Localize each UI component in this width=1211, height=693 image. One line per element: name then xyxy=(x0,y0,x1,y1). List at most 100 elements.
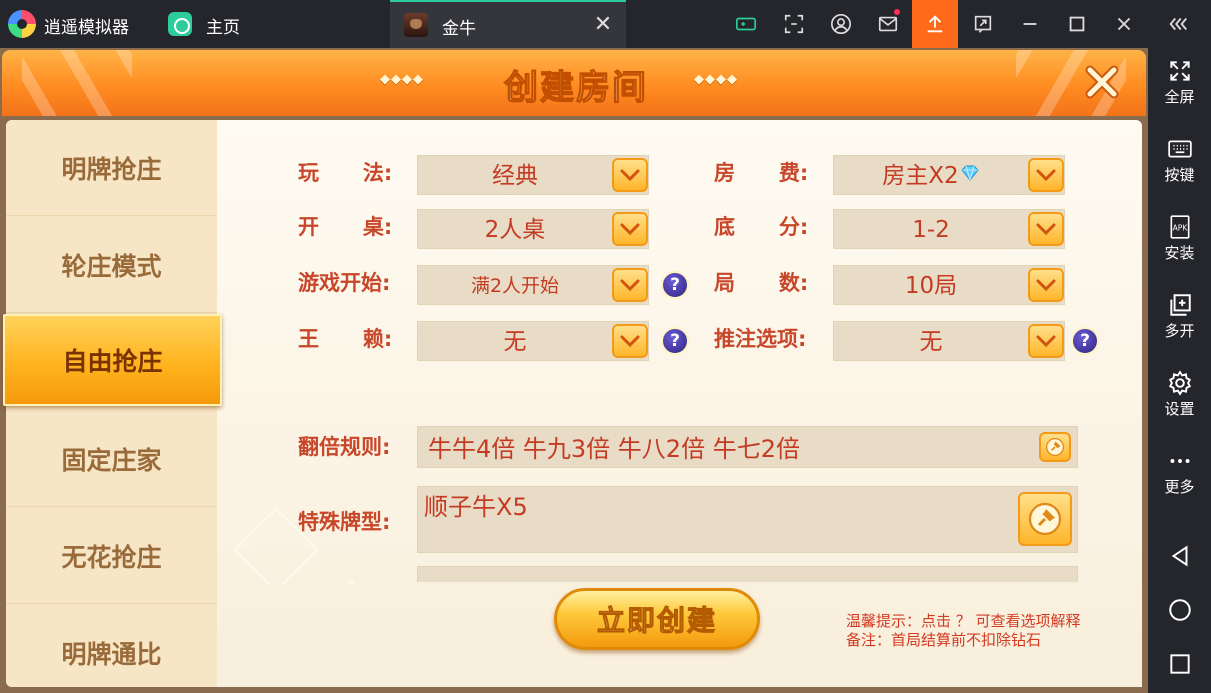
table-size-select[interactable]: 2人桌 xyxy=(417,209,649,249)
home-circle-icon xyxy=(1168,599,1191,621)
chevron-down-icon[interactable] xyxy=(612,158,648,192)
minimize-icon[interactable] xyxy=(1007,0,1053,48)
mail-icon[interactable] xyxy=(865,0,911,48)
title-bar: 逍遥模拟器 主页 金牛 ✕ xyxy=(0,0,1211,48)
recents-button[interactable] xyxy=(1148,644,1211,684)
app-name: 逍遥模拟器 xyxy=(44,18,129,38)
maximize-icon[interactable] xyxy=(1054,0,1100,48)
special-type-label: 特殊牌型: xyxy=(298,510,391,534)
more-dots-icon xyxy=(1169,459,1190,463)
crop-icon[interactable] xyxy=(960,0,1006,48)
back-triangle-icon xyxy=(1171,545,1187,567)
rounds-select[interactable]: 10局 xyxy=(833,265,1065,305)
multi-instance-button[interactable]: 多开 xyxy=(1148,284,1211,350)
chevron-down-icon[interactable] xyxy=(1028,268,1064,302)
start-condition-select[interactable]: 满2人开始 xyxy=(417,265,649,305)
title-ornament-left: ◆◆◆◆ xyxy=(380,72,424,87)
keys-label: 按键 xyxy=(1164,166,1195,184)
home-tab-label[interactable]: 主页 xyxy=(206,13,240,38)
chevron-down-icon[interactable] xyxy=(1028,212,1064,246)
wild-select[interactable]: 无 xyxy=(417,321,649,361)
help-icon[interactable]: ? xyxy=(661,271,689,299)
tab-close-icon[interactable]: ✕ xyxy=(590,12,616,38)
mode-tab-list: 明牌抢庄 轮庄模式 自由抢庄 固定庄家 无花抢庄 明牌通比 xyxy=(3,120,222,687)
fullscreen-icon xyxy=(1169,61,1190,81)
chevron-down-icon[interactable] xyxy=(612,268,648,302)
pin-icon[interactable] xyxy=(1018,492,1072,546)
title-ornament-right: ◆◆◆◆ xyxy=(694,72,738,87)
fullscreen-button[interactable]: 全屏 xyxy=(1148,50,1211,116)
base-score-select[interactable]: 1-2 xyxy=(833,209,1065,249)
chevron-down-icon[interactable] xyxy=(1028,158,1064,192)
wild-value: 无 xyxy=(503,329,527,355)
help-icon[interactable]: ? xyxy=(661,327,689,355)
double-rule-box[interactable]: 牛牛4倍 牛九3倍 牛八2倍 牛七2倍 xyxy=(417,426,1078,468)
fee-value-wrap: 房主X2 xyxy=(834,156,1028,196)
help-icon[interactable]: ? xyxy=(1071,327,1099,355)
upload-icon[interactable] xyxy=(912,0,958,48)
base-score-label: 底 分: xyxy=(714,215,809,239)
screenshot-icon[interactable] xyxy=(771,0,817,48)
hidden-option-box[interactable] xyxy=(417,566,1078,582)
back-button[interactable] xyxy=(1148,536,1211,576)
header-chevron-decoration xyxy=(22,50,132,116)
bet-option-label: 推注选项: xyxy=(714,327,807,351)
wild-label: 王 赖: xyxy=(298,327,393,351)
keyboard-icon xyxy=(1167,140,1192,158)
emulator-logo-icon xyxy=(8,10,36,38)
chevron-down-icon[interactable] xyxy=(1028,324,1064,358)
more-button[interactable]: 更多 xyxy=(1148,440,1211,506)
fullscreen-label: 全屏 xyxy=(1164,88,1195,106)
multi-instance-icon xyxy=(1169,294,1191,316)
mode-tab[interactable]: 无花抢庄 xyxy=(6,508,217,604)
pin-icon[interactable] xyxy=(1039,432,1071,462)
fee-value: 房主X2 xyxy=(882,163,959,189)
home-icon[interactable] xyxy=(168,12,192,36)
table-label: 开 桌: xyxy=(298,215,393,239)
gear-icon xyxy=(1168,370,1191,396)
install-label: 安装 xyxy=(1164,244,1195,262)
game-app-icon xyxy=(404,13,428,37)
chevron-down-icon[interactable] xyxy=(612,212,648,246)
tab-game[interactable]: 金牛 ✕ xyxy=(390,0,626,48)
dialog-close-icon[interactable] xyxy=(1082,62,1122,102)
table-value: 2人桌 xyxy=(484,217,546,243)
dialog-title: 创建房间 xyxy=(503,67,648,108)
install-apk-button[interactable]: APK 安装 xyxy=(1148,206,1211,272)
bet-option-value: 无 xyxy=(919,329,943,355)
hint-note: 备注：首局结算前不扣除钻石 xyxy=(846,631,1042,649)
recents-square-icon xyxy=(1169,654,1190,674)
base-score-value: 1-2 xyxy=(912,217,950,243)
account-icon[interactable] xyxy=(818,0,864,48)
keymap-icon[interactable] xyxy=(723,0,769,48)
bet-option-select[interactable]: 无 xyxy=(833,321,1065,361)
rounds-label: 局 数: xyxy=(714,271,809,295)
create-room-button[interactable]: 立即创建 xyxy=(554,588,760,650)
start-label: 游戏开始: xyxy=(298,271,391,295)
game-viewport: ◆◆◆◆ 创建房间 ◆◆◆◆ 明牌抢庄 轮庄模式 自由抢庄 固定庄家 无花抢庄 … xyxy=(0,48,1148,693)
diamond-icon xyxy=(961,165,979,181)
close-icon[interactable] xyxy=(1101,0,1147,48)
mode-tab[interactable]: 轮庄模式 xyxy=(6,217,217,313)
mode-tab-active[interactable]: 自由抢庄 xyxy=(3,314,222,406)
play-select[interactable]: 经典 xyxy=(417,155,649,195)
apk-icon: APK xyxy=(1170,215,1189,239)
keys-button[interactable]: 按键 xyxy=(1148,128,1211,194)
settings-button[interactable]: 设置 xyxy=(1148,362,1211,428)
multi-label: 多开 xyxy=(1164,322,1195,340)
mode-tab[interactable]: 明牌通比 xyxy=(6,605,217,693)
rounds-value: 10局 xyxy=(904,273,958,299)
dialog-header: ◆◆◆◆ 创建房间 ◆◆◆◆ xyxy=(2,50,1146,116)
chevron-down-icon[interactable] xyxy=(612,324,648,358)
more-label: 更多 xyxy=(1164,478,1195,496)
start-value: 满2人开始 xyxy=(470,275,560,297)
home-nav-button[interactable] xyxy=(1148,590,1211,630)
hint-help: 温馨提示：点击 ？ 可查看选项解释 xyxy=(846,612,1081,630)
collapse-icon[interactable] xyxy=(1155,0,1201,48)
svg-text:APK: APK xyxy=(1172,223,1188,232)
fee-label: 房 费: xyxy=(714,161,809,185)
mode-tab[interactable]: 明牌抢庄 xyxy=(6,120,217,216)
fee-select[interactable]: 房主X2 xyxy=(833,155,1065,195)
special-type-box[interactable]: 顺子牛X5 xyxy=(417,486,1078,553)
mode-tab[interactable]: 固定庄家 xyxy=(6,411,217,507)
